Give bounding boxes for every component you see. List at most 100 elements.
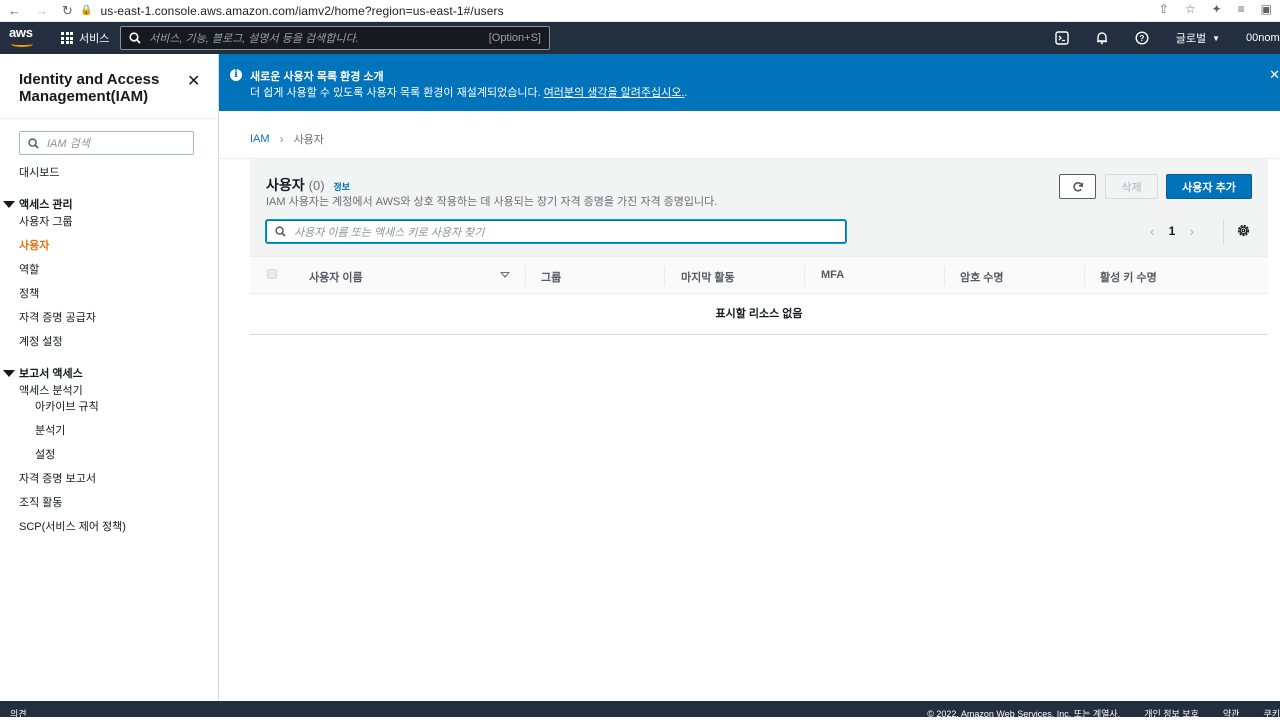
user-filter-input[interactable]: 사용자 이름 또는 액세스 키로 사용자 찾기 [266,220,846,243]
delete-button[interactable]: 삭제 [1105,174,1158,199]
console-footer: 의견 © 2022, Amazon Web Services, Inc. 또는 … [0,701,1280,720]
breadcrumb: IAM › 사용자 [250,131,324,147]
sidebar-item-policies[interactable]: 정책 [19,285,39,301]
help-icon[interactable]: ? [1122,22,1162,54]
sidebar-item-identity-providers[interactable]: 자격 증명 공급자 [19,309,96,325]
close-icon[interactable]: ✕ [187,71,200,91]
sidebar-item-scp[interactable]: SCP(서비스 제어 정책) [19,518,126,534]
account-menu[interactable]: 00nomu [1234,32,1280,44]
feedback-link[interactable]: 여러분의 생각을 알려주십시오. [544,87,685,99]
sidebar-item-organization-activity[interactable]: 조직 활동 [19,494,63,510]
sidebar-item-credential-report[interactable]: 자격 증명 보고서 [19,470,96,486]
search-icon [129,32,141,44]
sidebar: Identity and Access Management(IAM) ✕ IA… [0,54,219,701]
column-divider [1084,266,1085,286]
services-label: 서비스 [79,33,110,45]
caret-down-icon [3,369,15,377]
pagination: ‹ 1 › [1150,223,1194,239]
column-header-last-activity[interactable]: 마지막 활동 [681,269,735,285]
sidebar-search-input[interactable]: IAM 검색 [19,131,194,155]
breadcrumb-current: 사용자 [293,134,324,146]
table-column-headers: 사용자 이름 그룹 마지막 활동 MFA 암호 수명 활성 키 수명 [250,256,1268,294]
privacy-link[interactable]: 개인 정보 보호 [1144,707,1199,720]
cookies-link[interactable]: 쿠키 [1263,707,1280,720]
grid-icon [61,32,73,44]
queue-icon[interactable]: ≡ [1238,2,1245,16]
column-header-username[interactable]: 사용자 이름 [309,269,363,285]
sidebar-item-archive-rules[interactable]: 아카이브 규칙 [35,398,99,414]
browser-toolbar: ← → ↻ 🔒 us-east-1.console.aws.amazon.com… [0,0,1280,22]
flash-body-text: 더 쉽게 사용할 수 있도록 사용자 목록 환경이 재설계되었습니다. [250,87,541,99]
sidebar-item-analyzers[interactable]: 분석기 [35,422,65,438]
terms-link[interactable]: 약관 [1223,707,1240,720]
page-number[interactable]: 1 [1169,224,1176,238]
svg-text:?: ? [1139,34,1144,43]
sidepanel-icon[interactable]: ▣ [1261,2,1272,16]
browser-nav: ← → ↻ [0,3,80,19]
breadcrumb-iam[interactable]: IAM [250,133,270,145]
region-selector[interactable]: 글로벌 ▼ [1162,22,1234,54]
column-header-mfa[interactable]: MFA [821,269,844,281]
forward-icon[interactable]: → [35,3,48,18]
column-divider [525,266,526,286]
select-all-checkbox[interactable] [267,269,277,279]
search-icon [275,226,286,237]
bell-icon[interactable] [1082,22,1122,54]
caret-down-icon [3,200,15,208]
search-placeholder: 서비스, 기능, 블로그, 설명서 등을 검색합니다. [149,33,359,45]
column-header-groups[interactable]: 그룹 [541,269,561,285]
aws-top-nav: aws 서비스 서비스, 기능, 블로그, 설명서 등을 검색합니다. [Opt… [0,22,1280,54]
account-label: 00nomu [1246,32,1280,44]
services-menu-button[interactable]: 서비스 [61,30,109,46]
section-label: 보고서 액세스 [19,368,83,380]
lock-icon: 🔒 [80,5,93,16]
info-icon: i [230,69,242,81]
table-header: 사용자 (0) 정보 IAM 사용자는 계정에서 AWS와 상호 작용하는 데 … [250,159,1268,256]
refresh-button[interactable] [1059,174,1096,199]
dismiss-icon[interactable]: ✕ [1269,67,1280,83]
flash-body-period: . [684,87,688,99]
footer-links: © 2022, Amazon Web Services, Inc. 또는 계열사… [927,707,1280,720]
sidebar-item-dashboard[interactable]: 대시보드 [19,164,59,180]
star-icon[interactable]: ☆ [1185,2,1196,16]
add-user-button[interactable]: 사용자 추가 [1166,174,1252,199]
chevron-right-icon[interactable]: › [1189,223,1194,239]
back-icon[interactable]: ← [8,3,21,18]
feedback-link[interactable]: 의견 [10,707,27,720]
aws-smile-icon [11,41,33,47]
sidebar-search-placeholder: IAM 검색 [47,138,90,150]
chevron-left-icon[interactable]: ‹ [1150,223,1155,239]
gear-icon[interactable] [1236,223,1251,243]
users-count: (0) [308,178,325,193]
sidebar-section-access-management[interactable]: 액세스 관리 [3,196,73,212]
column-header-active-key-age[interactable]: 활성 키 수명 [1100,269,1157,285]
info-flash-banner: i 새로운 사용자 목록 환경 소개 더 쉽게 사용할 수 있도록 사용자 목록… [219,54,1280,111]
column-header-password-age[interactable]: 암호 수명 [960,269,1004,285]
info-link[interactable]: 정보 [334,180,351,193]
sidebar-section-access-reports[interactable]: 보고서 액세스 [3,365,83,381]
global-search-input[interactable]: 서비스, 기능, 블로그, 설명서 등을 검색합니다. [Option+S] [120,26,550,50]
sidebar-item-account-settings[interactable]: 계정 설정 [19,333,63,349]
column-divider [664,266,665,286]
reload-icon[interactable]: ↻ [62,3,73,19]
sidebar-item-access-analyzer[interactable]: 액세스 분석기 [19,382,83,398]
sidebar-item-users[interactable]: 사용자 [19,237,49,253]
sidebar-item-analyzer-settings[interactable]: 설정 [35,446,55,462]
sidebar-item-roles[interactable]: 역할 [19,261,39,277]
share-icon[interactable]: ⇧ [1159,2,1169,16]
sidebar-divider [0,118,218,119]
extensions-icon[interactable]: ✦ [1212,2,1222,16]
chevron-right-icon: › [279,132,284,146]
sidebar-item-user-groups[interactable]: 사용자 그룹 [19,213,73,229]
address-bar[interactable]: us-east-1.console.aws.amazon.com/iamv2/h… [100,4,503,18]
filter-placeholder: 사용자 이름 또는 액세스 키로 사용자 찾기 [294,226,485,239]
search-icon [28,137,39,149]
flash-body: 더 쉽게 사용할 수 있도록 사용자 목록 환경이 재설계되었습니다. 여러분의… [250,84,687,100]
region-label: 글로벌 [1175,33,1207,45]
sort-icon[interactable] [500,272,510,278]
copyright-text: © 2022, Amazon Web Services, Inc. 또는 계열사… [927,709,1121,719]
cloudshell-icon[interactable] [1042,22,1082,54]
users-description: IAM 사용자는 계정에서 AWS와 상호 작용하는 데 사용되는 장기 자격 … [266,196,718,208]
users-title: 사용자 [266,177,305,193]
aws-logo[interactable]: aws [9,26,37,50]
